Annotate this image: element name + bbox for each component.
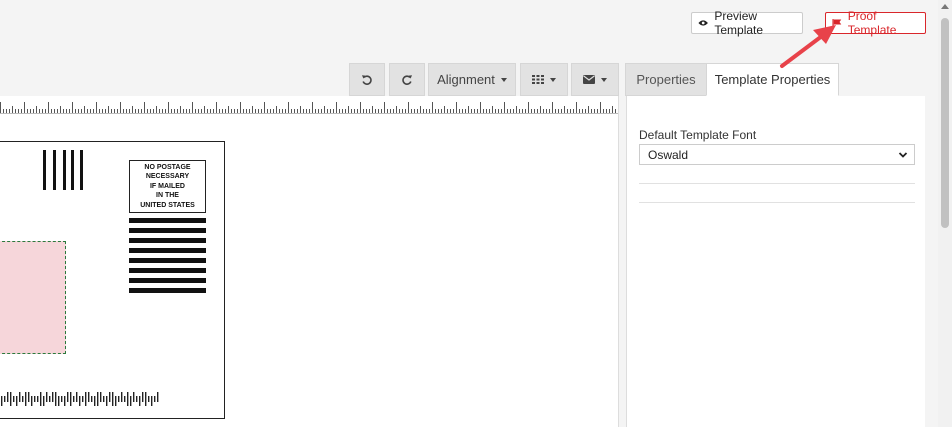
page-scrollbar[interactable]: [938, 0, 952, 427]
fim-barcode: [43, 150, 83, 190]
postage-line: IF MAILED: [149, 182, 185, 190]
postage-line: UNITED STATES: [140, 201, 195, 209]
design-canvas[interactable]: NO POSTAGE NECESSARY IF MAILED IN THE UN…: [0, 96, 619, 427]
eye-icon: [698, 20, 708, 26]
envelope-icon: [583, 75, 595, 84]
grid-dropdown[interactable]: [520, 63, 568, 96]
mailpiece[interactable]: NO POSTAGE NECESSARY IF MAILED IN THE UN…: [0, 141, 225, 419]
redo-button[interactable]: [389, 63, 425, 96]
redo-icon: [402, 74, 412, 85]
chevron-down-icon: [898, 152, 908, 158]
postage-line: NO POSTAGE: [144, 163, 191, 171]
default-font-value: Oswald: [648, 147, 689, 162]
caret-down-icon: [601, 77, 607, 82]
divider: [639, 183, 915, 184]
default-font-label: Default Template Font: [639, 128, 757, 142]
caret-down-icon: [500, 77, 507, 82]
grid-icon: [532, 75, 544, 84]
undo-button[interactable]: [349, 63, 385, 96]
scroll-up-icon[interactable]: [941, 4, 949, 9]
tab-template-properties-label: Template Properties: [714, 72, 831, 87]
default-font-select[interactable]: Oswald: [639, 144, 915, 165]
preview-template-button[interactable]: Preview Template: [691, 9, 803, 37]
postage-indicia: NO POSTAGE NECESSARY IF MAILED IN THE UN…: [129, 160, 206, 213]
intelligent-mail-barcode: [1, 392, 159, 406]
alignment-dropdown[interactable]: Alignment: [428, 63, 516, 96]
tab-properties[interactable]: Properties: [625, 63, 707, 96]
undo-icon: [362, 74, 372, 85]
preview-template-label: Preview Template: [714, 9, 764, 37]
proof-template-button[interactable]: Proof Template: [825, 9, 926, 37]
tab-template-properties[interactable]: Template Properties: [706, 63, 839, 96]
mail-dropdown[interactable]: [571, 63, 619, 96]
business-reply-bars: [129, 218, 206, 293]
tab-properties-label: Properties: [636, 72, 696, 87]
scroll-thumb[interactable]: [941, 18, 949, 228]
flag-icon: [832, 18, 842, 28]
proof-template-label: Proof Template: [847, 9, 897, 37]
postage-line: IN THE: [156, 192, 179, 200]
address-block-zone[interactable]: [0, 241, 66, 354]
postage-line: NECESSARY: [145, 173, 190, 181]
divider: [639, 202, 915, 203]
template-properties-panel: Default Template Font Oswald: [626, 96, 925, 427]
alignment-label: Alignment: [437, 72, 495, 87]
caret-down-icon: [550, 77, 556, 82]
horizontal-ruler: [0, 102, 618, 114]
